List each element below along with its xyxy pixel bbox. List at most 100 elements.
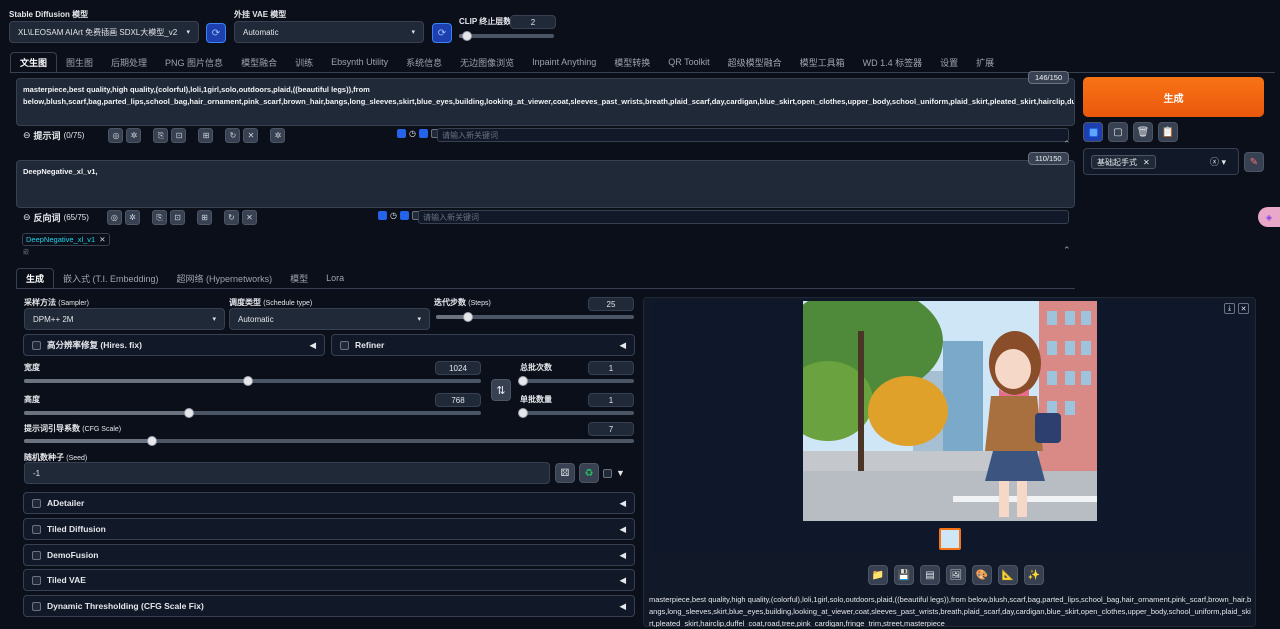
stop-icon[interactable]: ▢ — [1108, 122, 1128, 142]
height-slider[interactable] — [24, 408, 481, 418]
tab-14[interactable]: WD 1.4 标签器 — [854, 52, 932, 72]
tab-1[interactable]: 图生图 — [57, 52, 102, 72]
style-chip[interactable]: 基础起手式 ✕ — [1091, 155, 1156, 169]
accordion-checkbox[interactable] — [32, 601, 41, 611]
clip-slider[interactable] — [459, 31, 554, 41]
close-icon[interactable]: ✕ — [1143, 158, 1150, 167]
vae-select[interactable]: Automatic ▾ — [234, 21, 424, 43]
subtab-3[interactable]: 模型 — [281, 268, 317, 288]
gear-icon[interactable]: ✲ — [124, 210, 140, 225]
globe-icon[interactable]: ◎ — [108, 128, 124, 143]
brush-icon[interactable]: ✎ — [1244, 152, 1264, 172]
checkbox-1[interactable] — [378, 211, 387, 220]
accordion-checkbox[interactable] — [32, 498, 41, 508]
trash-icon[interactable]: 🗑 — [1133, 122, 1153, 142]
refresh-model-button[interactable]: ⟳ — [206, 23, 226, 43]
cfg-input[interactable]: 7 — [588, 422, 634, 436]
width-input[interactable]: 1024 — [435, 361, 481, 375]
collapse-icon[interactable]: ⊖ — [23, 130, 31, 141]
trash-icon[interactable]: ✕ — [243, 128, 259, 143]
send-inpaint-icon[interactable]: 🎨 — [972, 565, 992, 585]
batch-count-input[interactable]: 1 — [588, 361, 634, 375]
style-select[interactable]: 基础起手式 ✕ ⓧ ▾ — [1083, 148, 1239, 175]
accordion-1[interactable]: Tiled Diffusion ◀ — [23, 518, 635, 540]
folder-icon[interactable]: 📁 — [868, 565, 888, 585]
tab-5[interactable]: 训练 — [286, 52, 322, 72]
trash-icon[interactable]: ✕ — [241, 210, 257, 225]
subtab-2[interactable]: 超网络 (Hypernetworks) — [168, 268, 282, 288]
accordion-3[interactable]: Tiled VAE ◀ — [23, 569, 635, 591]
tab-3[interactable]: PNG 图片信息 — [156, 52, 232, 72]
sparkle-icon[interactable]: ✨ — [1024, 565, 1044, 585]
clip-input[interactable]: 2 — [510, 15, 556, 29]
history-icon[interactable]: ↻ — [225, 128, 241, 143]
tab-11[interactable]: QR Toolkit — [659, 52, 718, 72]
copy-icon[interactable]: ⎘ — [153, 128, 169, 143]
checkbox-2[interactable] — [399, 211, 409, 220]
tab-13[interactable]: 模型工具箱 — [791, 52, 854, 72]
negative-keyword-input[interactable]: 请输入新关键词 — [418, 210, 1069, 224]
save-icon[interactable]: 💾 — [894, 565, 914, 585]
tab-12[interactable]: 超级模型融合 — [719, 52, 791, 72]
thumbnail[interactable] — [939, 528, 961, 550]
tab-10[interactable]: 模型转换 — [605, 52, 659, 72]
history-icon[interactable]: ↻ — [223, 210, 239, 225]
swap-dimensions-icon[interactable]: ⇅ — [491, 379, 511, 401]
cfg-slider[interactable] — [24, 436, 634, 446]
read-params-icon[interactable] — [1083, 122, 1103, 142]
recycle-icon[interactable]: ♻ — [579, 463, 599, 483]
tab-6[interactable]: Ebsynth Utility — [322, 52, 397, 72]
prompt-textarea[interactable]: masterpiece,best quality,high quality,(c… — [16, 78, 1075, 126]
refiner-accordion[interactable]: Refiner ◀ — [331, 334, 635, 356]
collapse-icon[interactable]: ⊖ — [23, 212, 31, 223]
tab-16[interactable]: 扩展 — [967, 52, 1003, 72]
clear-icon[interactable]: ⓧ ▾ — [1210, 155, 1226, 168]
generate-button[interactable]: 生成 — [1083, 77, 1264, 117]
subtab-4[interactable]: Lora — [317, 268, 353, 288]
refiner-checkbox[interactable] — [340, 340, 349, 350]
expand-icon[interactable]: ⊞ — [198, 128, 214, 143]
accordion-4[interactable]: Dynamic Thresholding (CFG Scale Fix) ◀ — [23, 595, 635, 617]
width-slider[interactable] — [24, 376, 481, 386]
tab-7[interactable]: 系统信息 — [397, 52, 451, 72]
generated-image[interactable] — [803, 301, 1097, 521]
negative-tag-chip[interactable]: DeepNegative_xl_v1 ✕ — [22, 233, 110, 246]
schedule-select[interactable]: Automatic ▾ — [229, 308, 430, 330]
subtab-1[interactable]: 嵌入式 (T.I. Embedding) — [54, 268, 168, 288]
zip-icon[interactable]: ▤ — [920, 565, 940, 585]
negative-textarea[interactable]: DeepNegative_xl_v1, — [16, 160, 1075, 208]
hires-fix-accordion[interactable]: 高分辨率修复 (Hires. fix) ◀ — [23, 334, 325, 356]
collapse-circle-icon[interactable]: ⌃ — [1063, 139, 1071, 150]
steps-input[interactable]: 25 — [588, 297, 634, 311]
height-input[interactable]: 768 — [435, 393, 481, 407]
expand-icon[interactable]: ⊞ — [196, 210, 212, 225]
accordion-0[interactable]: ADetailer ◀ — [23, 492, 635, 514]
batch-size-slider[interactable] — [518, 408, 634, 418]
globe-icon[interactable]: ◎ — [106, 210, 122, 225]
triangle-down-icon[interactable]: ▼ — [616, 468, 625, 478]
copy-icon[interactable]: ⎘ — [151, 210, 167, 225]
clipboard-icon[interactable]: 📋 — [1158, 122, 1178, 142]
tab-15[interactable]: 设置 — [931, 52, 967, 72]
checkbox-2[interactable] — [418, 129, 428, 138]
subtab-0[interactable]: 生成 — [16, 268, 55, 288]
extra-seed-checkbox[interactable] — [603, 469, 612, 480]
tab-8[interactable]: 无边图像浏览 — [451, 52, 523, 72]
translate-float-icon[interactable]: ◈ — [1258, 207, 1280, 227]
seed-input[interactable]: -1 — [24, 462, 550, 484]
bookmark-icon[interactable]: ⊡ — [169, 210, 185, 225]
batch-count-slider[interactable] — [518, 376, 634, 386]
close-icon[interactable]: ✕ — [1238, 303, 1249, 314]
sampler-select[interactable]: DPM++ 2M ▾ — [24, 308, 225, 330]
refresh-vae-button[interactable]: ⟳ — [432, 23, 452, 43]
hires-checkbox[interactable] — [32, 340, 41, 350]
accordion-checkbox[interactable] — [32, 575, 41, 585]
accordion-2[interactable]: DemoFusion ◀ — [23, 544, 635, 566]
checkbox-1[interactable] — [397, 129, 406, 138]
tab-2[interactable]: 后期处理 — [102, 52, 156, 72]
collapse-circle-icon[interactable]: ⌃ — [1063, 245, 1071, 256]
steps-slider[interactable] — [436, 312, 634, 322]
settings-icon[interactable]: ✲ — [270, 128, 286, 143]
dice-icon[interactable]: ⚄ — [555, 463, 575, 483]
tab-9[interactable]: Inpaint Anything — [523, 52, 605, 72]
